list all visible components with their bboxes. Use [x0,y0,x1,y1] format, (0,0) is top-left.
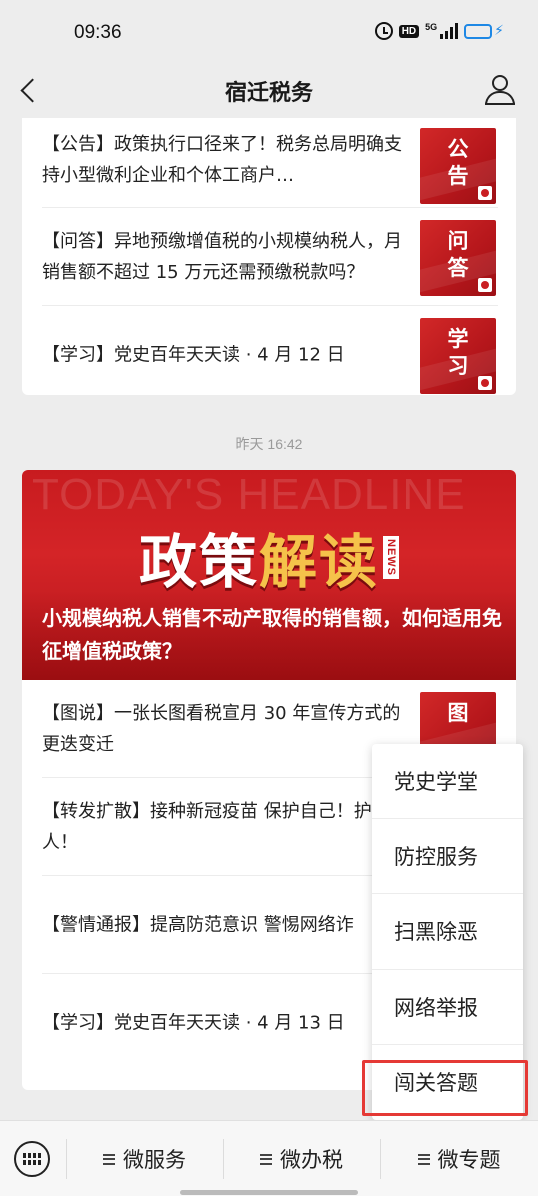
article-title: 【学习】党史百年天天读 · 4 月 13 日 [42,1012,345,1034]
logo-icon [478,186,492,200]
article-title: 【学习】党史百年天天读 · 4 月 12 日 [42,344,345,366]
user-profile-icon[interactable] [484,74,516,106]
thumbnail-label: 问答 [447,229,469,280]
battery-icon [464,23,493,39]
banner-logo-white: 政策 [138,528,259,596]
menu-lines-icon [260,1153,272,1165]
status-icons: HD 5G ⚡ [374,22,504,40]
charging-icon: ⚡ [494,23,504,39]
submenu-item-label: 党史学堂 [394,770,478,795]
article-title: 【警情通报】提高防范意识 警惕网络诈 [42,914,354,935]
article-title: 【问答】异地预缴增值税的小规模纳税人，月销售额不超过 15 万元还需预缴税款吗？ [42,230,402,283]
thumbnail-label: 学习 [447,327,469,378]
signal-icon [440,23,459,39]
menu-lines-icon [103,1153,115,1165]
article-title: 【图说】一张长图看税宣月 30 年宣传方式的更迭变迁 [42,702,401,755]
alarm-icon [374,22,393,40]
article-item[interactable]: 【公告】政策执行口径来了！税务总局明确支持小型微利企业和个体工商户… 公告 [42,118,498,208]
submenu-item-label: 扫黑除恶 [394,920,478,945]
news-badge: NEWS [383,535,400,579]
submenu-item-anti-crime[interactable]: 扫黑除恶 [372,894,523,970]
article-title: 【公告】政策执行口径来了！税务总局明确支持小型微利企业和个体工商户… [42,134,402,186]
network-label: 5G [425,22,438,32]
article-item[interactable]: 【问答】异地预缴增值税的小规模纳税人，月销售额不超过 15 万元还需预缴税款吗？… [42,208,498,306]
article-thumbnail: 学习 [420,318,496,394]
thumbnail-label: 公告 [447,137,469,188]
banner-logo-gold: 解读 [259,528,380,596]
menu-tab-topics[interactable]: 微专题 [380,1121,538,1196]
menu-lines-icon [417,1153,430,1165]
submenu-item-online-report[interactable]: 网络举报 [372,970,523,1045]
article-card: 【公告】政策执行口径来了！税务总局明确支持小型微利企业和个体工商户… 公告 【问… [22,118,516,395]
article-thumbnail: 公告 [420,128,496,204]
article-item[interactable]: 【学习】党史百年天天读 · 4 月 12 日 学习 [42,306,498,395]
hd-badge: HD [398,24,420,38]
banner-background-text: TODAY'S HEADLINE [32,470,466,519]
submenu-item-party-history[interactable]: 党史学堂 [372,744,523,820]
bottom-menu-bar: 微服务 微办税 微专题 [0,1120,538,1196]
article-thumbnail: 问答 [420,220,496,296]
logo-icon [478,278,492,292]
submenu-item-epidemic-service[interactable]: 防控服务 [372,819,523,895]
status-time: 09:36 [74,22,122,43]
page-title: 宿迁税务 [224,81,313,106]
keyboard-icon[interactable] [14,1141,50,1177]
menu-tab-tax[interactable]: 微办税 [223,1121,380,1196]
logo-icon [478,376,492,390]
status-bar: 09:36 HD 5G ⚡ [0,0,538,64]
menu-tab-label: 微专题 [437,1148,501,1172]
headline-banner[interactable]: TODAY'S HEADLINE 政策解读 NEWS 小规模纳税人销售不动产取得的… [22,470,516,680]
submenu-item-label: 防控服务 [394,845,478,870]
article-title: 【转发扩散】接种新冠疫苗 保护自己！护家人！ [42,800,390,853]
submenu-item-label: 闯关答题 [394,1071,478,1096]
submenu-item-label: 网络举报 [394,995,478,1020]
submenu-popup: 党史学堂 防控服务 扫黑除恶 网络举报 闯关答题 [372,744,523,1120]
menu-tab-label: 微服务 [123,1148,186,1172]
menu-tab-service[interactable]: 微服务 [66,1121,223,1196]
submenu-item-quiz[interactable]: 闯关答题 [372,1045,523,1120]
headline-title: 小规模纳税人销售不动产取得的销售额，如何适用免征增值税政策？ [42,606,502,663]
menu-tab-label: 微办税 [280,1148,343,1172]
banner-logo: 政策解读 NEWS [22,515,516,599]
home-indicator [180,1190,358,1195]
thumbnail-label: 图 [447,701,469,725]
nav-bar: 宿迁税务 [0,64,538,118]
message-timestamp: 昨天 16:42 [235,436,303,452]
